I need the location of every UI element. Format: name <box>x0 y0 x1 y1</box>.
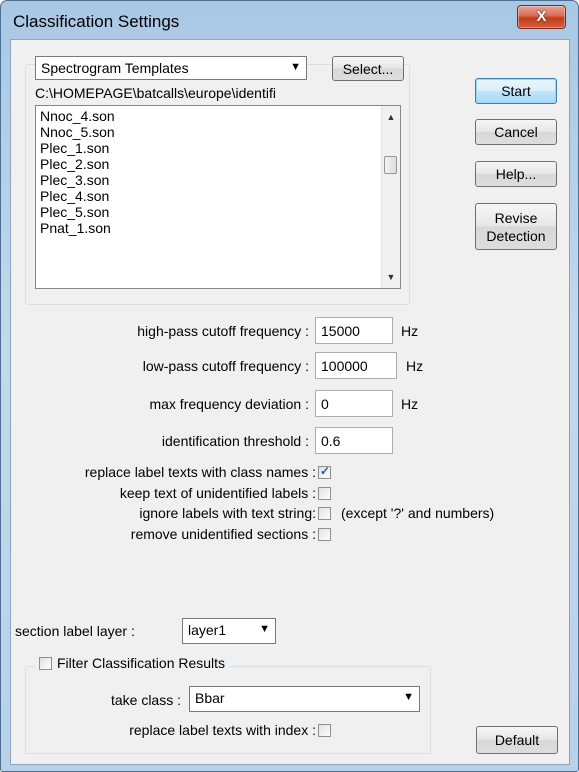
revise-detection-line2: Detection <box>486 227 546 244</box>
replace-class-checkbox[interactable]: ✓ <box>318 464 331 479</box>
maxdev-label: max frequency deviation : <box>149 396 309 412</box>
threshold-value: 0.6 <box>321 433 341 449</box>
take-class-value: Bbar <box>195 690 225 706</box>
replace-class-label: replace label texts with class names : <box>84 464 316 480</box>
threshold-input[interactable]: 0.6 <box>315 427 393 454</box>
filter-header: Filter Classification Results <box>35 655 230 675</box>
list-item[interactable]: Pnat_1.son <box>40 220 115 236</box>
highpass-value: 15000 <box>321 323 360 339</box>
remove-sections-label: remove unidentified sections : <box>130 526 316 542</box>
help-button[interactable]: Help... <box>475 161 557 187</box>
scroll-down-icon[interactable]: ▼ <box>382 268 400 286</box>
list-scrollbar[interactable]: ▲ ▼ <box>381 106 400 288</box>
list-item[interactable]: Nnoc_4.son <box>40 108 115 124</box>
template-type-value: Spectrogram Templates <box>41 60 189 76</box>
lowpass-input[interactable]: 100000 <box>315 352 397 379</box>
template-type-select[interactable]: Spectrogram Templates ▼ <box>35 56 307 80</box>
lowpass-unit: Hz <box>406 358 424 374</box>
highpass-input[interactable]: 15000 <box>315 317 393 344</box>
chevron-down-icon: ▼ <box>290 61 301 73</box>
list-item[interactable]: Plec_1.son <box>40 140 115 156</box>
revise-detection-button[interactable]: Revise Detection <box>475 203 557 250</box>
replace-index-checkbox[interactable] <box>318 724 331 737</box>
close-button[interactable]: X <box>517 5 566 29</box>
title-bar[interactable]: Classification Settings X <box>1 1 578 41</box>
chevron-down-icon: ▼ <box>403 691 414 703</box>
remove-sections-checkbox[interactable] <box>318 528 331 541</box>
keep-text-checkbox[interactable] <box>318 487 331 500</box>
template-path: C:\HOMEPAGE\batcalls\europe\identifi <box>35 85 276 101</box>
list-item[interactable]: Plec_4.son <box>40 188 115 204</box>
checkmark-icon: ✓ <box>320 464 331 478</box>
maxdev-value: 0 <box>321 396 329 412</box>
maxdev-input[interactable]: 0 <box>315 390 393 417</box>
ignore-labels-note: (except '?' and numbers) <box>341 505 495 521</box>
dialog-window: Classification Settings X Spectrogram Te… <box>0 0 579 772</box>
window-title: Classification Settings <box>13 12 180 31</box>
highpass-unit: Hz <box>401 323 419 339</box>
revise-detection-line1: Revise <box>494 209 538 226</box>
replace-index-label: replace label texts with index : <box>129 722 316 738</box>
template-file-list[interactable]: Nnoc_4.son Nnoc_5.son Plec_1.son Plec_2.son… <box>35 105 401 289</box>
scroll-thumb[interactable] <box>384 156 397 174</box>
list-item[interactable]: Plec_5.son <box>40 204 115 220</box>
lowpass-label: low-pass cutoff frequency : <box>142 358 309 374</box>
select-button[interactable]: Select... <box>332 56 404 81</box>
list-item[interactable]: Plec_2.son <box>40 156 115 172</box>
file-list-items: Nnoc_4.son Nnoc_5.son Plec_1.son Plec_2.son… <box>40 108 115 236</box>
ignore-labels-checkbox[interactable] <box>318 507 331 520</box>
list-item[interactable]: Plec_3.son <box>40 172 115 188</box>
close-icon: X <box>536 8 547 25</box>
threshold-label: identification threshold : <box>161 433 309 449</box>
dialog-client-area: Spectrogram Templates ▼ Select... C:\HOM… <box>10 39 570 765</box>
section-layer-select[interactable]: layer1 ▼ <box>182 618 276 644</box>
start-button[interactable]: Start <box>475 78 557 104</box>
default-button[interactable]: Default <box>476 726 558 754</box>
ignore-labels-label: ignore labels with text string: <box>139 505 316 521</box>
list-item[interactable]: Nnoc_5.son <box>40 124 115 140</box>
highpass-label: high-pass cutoff frequency : <box>137 323 309 339</box>
maxdev-unit: Hz <box>401 396 419 412</box>
keep-text-label: keep text of unidentified labels : <box>119 485 316 501</box>
lowpass-value: 100000 <box>321 358 368 374</box>
filter-checkbox[interactable] <box>39 657 52 670</box>
section-layer-label: section label layer : <box>15 623 135 639</box>
scroll-up-icon[interactable]: ▲ <box>382 108 400 126</box>
take-class-label: take class : <box>110 692 181 708</box>
filter-label: Filter Classification Results <box>57 655 226 671</box>
cancel-button[interactable]: Cancel <box>475 119 557 145</box>
take-class-select[interactable]: Bbar ▼ <box>189 686 420 712</box>
section-layer-value: layer1 <box>188 622 227 638</box>
chevron-down-icon: ▼ <box>259 623 270 635</box>
